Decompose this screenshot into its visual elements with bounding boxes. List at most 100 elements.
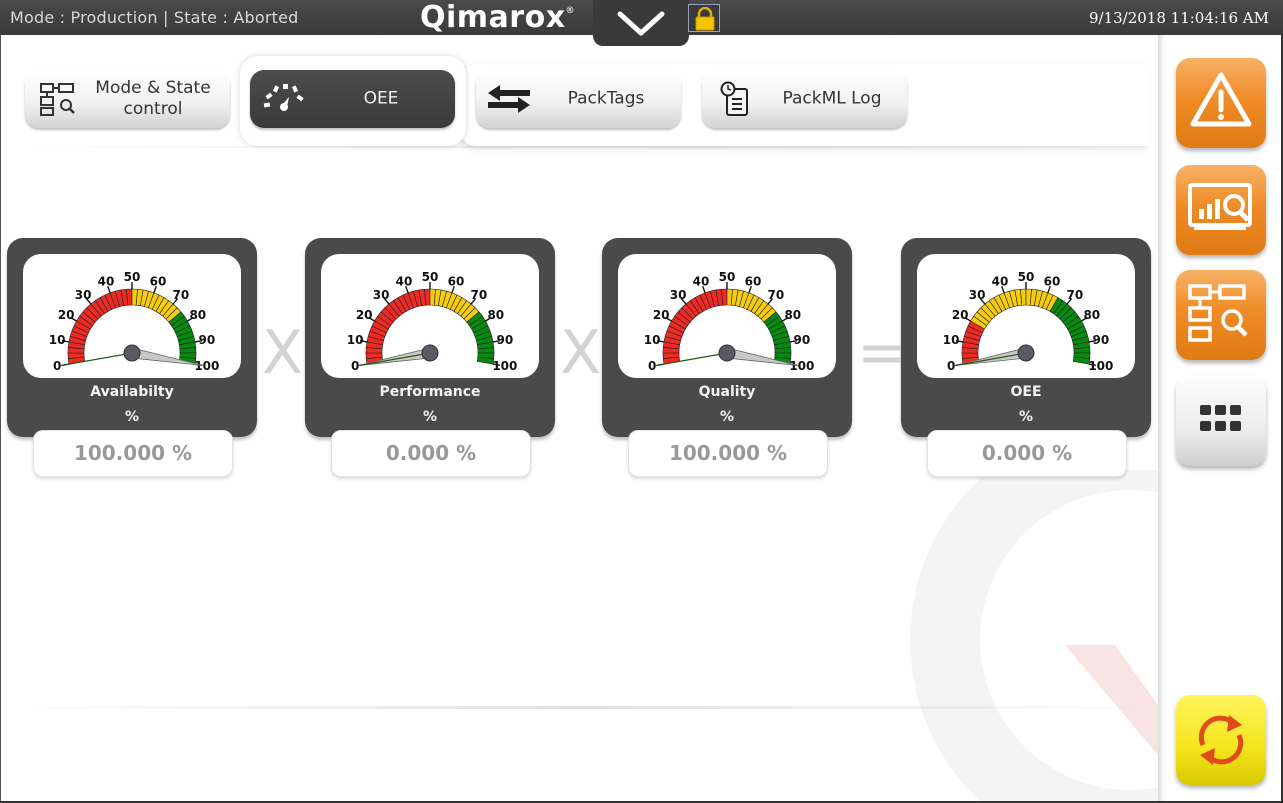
monitor-analytics-icon xyxy=(1188,183,1252,230)
gauge-tick-label: 80 xyxy=(1083,308,1100,322)
tab-packtags-label: PackTags xyxy=(567,88,645,109)
tab-mode-state-label: Mode & State control xyxy=(95,78,211,119)
gauge-tick-label: 30 xyxy=(969,288,986,302)
content-divider-top xyxy=(20,146,1140,148)
gauge-dial: 010203040 50 60708090100 xyxy=(644,270,815,373)
gauge-tick-label: 0 xyxy=(53,359,61,373)
gauge-tick-label: 100 xyxy=(789,359,814,373)
chevron-down-icon xyxy=(617,11,665,36)
gauge-tick-label: 10 xyxy=(644,333,661,347)
gauge-face: 0 10 20 30 40 50 60 70 80 90 100 xyxy=(23,254,241,378)
gauge-unit: % xyxy=(1018,409,1034,425)
flowchart-button[interactable] xyxy=(1176,270,1266,360)
gauge-tick-label: 30 xyxy=(75,288,92,302)
gauge-unit: % xyxy=(719,409,735,425)
gauge-tick-label: 10 xyxy=(347,333,364,347)
lock-button[interactable] xyxy=(688,4,720,32)
tab-oee[interactable]: OEE xyxy=(250,70,455,128)
gauge-tick-label: 40 xyxy=(396,275,413,289)
gauge-tick-label: 10 xyxy=(49,333,66,347)
monitor-button[interactable] xyxy=(1176,165,1266,255)
gauge-availability: 0 10 20 30 40 50 60 70 80 90 100 Availabilty % xyxy=(7,238,257,437)
tab-packtags[interactable]: PackTags xyxy=(476,70,681,128)
gauge-title: OEE xyxy=(1010,384,1042,400)
clock-document-icon xyxy=(720,81,748,116)
performance-value: 0.000 % xyxy=(331,430,531,477)
gauge-pivot xyxy=(123,344,141,362)
gauge-unit: % xyxy=(124,409,140,425)
quality-value: 100.000 % xyxy=(628,430,828,477)
logo-watermark xyxy=(910,470,1158,801)
gauge-tick-label: 80 xyxy=(189,308,206,322)
gauge-face: 0 10 20 30 40 50 60 70 80 90 100 xyxy=(321,254,539,378)
logo-text: Qimarox xyxy=(420,0,566,35)
content-divider-bottom xyxy=(20,706,1150,709)
gauge-dial: 010203040 50 60708090100 xyxy=(943,270,1114,373)
gauge-tick-label: 50 xyxy=(719,270,736,284)
gauge-tick-label: 40 xyxy=(98,275,115,289)
refresh-icon xyxy=(1198,715,1244,765)
gauge-tick-label: 20 xyxy=(952,308,969,322)
mode-state-status: Mode : Production | State : Aborted xyxy=(10,8,299,27)
gauge-tick-label: 90 xyxy=(793,333,810,347)
grid-menu-icon xyxy=(1200,405,1241,431)
gauge-tick-label: 50 xyxy=(124,270,141,284)
arrows-exchange-icon xyxy=(488,85,530,113)
gauge-tick-label: 30 xyxy=(373,288,390,302)
datetime-display: 9/13/2018 11:04:16 AM xyxy=(1088,9,1269,27)
gauge-tick-label: 50 xyxy=(1018,270,1035,284)
gauge-tick-label: 20 xyxy=(58,308,75,322)
gauge-pivot xyxy=(1017,344,1035,362)
gauge-tick-label: 70 xyxy=(173,288,190,302)
gauge-tick-label: 60 xyxy=(448,275,465,289)
gauge-title: Performance xyxy=(379,384,481,400)
gauge-tick-label: 60 xyxy=(150,275,167,289)
gauge-title: Availabilty xyxy=(90,384,174,400)
gauge-tick-label: 30 xyxy=(670,288,687,302)
gauge-tick-label: 40 xyxy=(693,275,710,289)
multiply-operator: X xyxy=(262,318,304,388)
header-dropdown-button[interactable] xyxy=(593,0,689,46)
tab-packml-log[interactable]: PackML Log xyxy=(702,70,907,128)
tab-mode-state-control[interactable]: Mode & State control xyxy=(25,70,230,128)
gauge-tick-label: 70 xyxy=(471,288,488,302)
gauge-tick-label: 100 xyxy=(194,359,219,373)
gauge-pivot xyxy=(718,344,736,362)
gauge-tick-label: 0 xyxy=(351,359,359,373)
gauge-quality: 0 10 20 30 40 50 60 70 80 90 100 Quality % xyxy=(602,238,852,437)
gauge-tick-label: 60 xyxy=(745,275,762,289)
gauge-tick-label: 0 xyxy=(947,359,955,373)
padlock-icon xyxy=(695,7,715,31)
gauge-tick-label: 50 xyxy=(422,270,439,284)
refresh-button[interactable] xyxy=(1176,695,1266,785)
gauge-tick-label: 20 xyxy=(653,308,670,322)
gauge-zone-segment xyxy=(476,356,495,365)
gauge-tick-label: 100 xyxy=(492,359,517,373)
multiply-operator: X xyxy=(560,318,602,388)
mode-state-icon xyxy=(40,83,75,116)
availability-value: 100.000 % xyxy=(33,430,233,477)
gauge-unit: % xyxy=(422,409,438,425)
logo-registered-mark: ® xyxy=(565,6,576,16)
gauge-oee: 0 10 20 30 40 50 60 70 80 90 100 OEE % xyxy=(901,238,1151,437)
tab-packml-log-label: PackML Log xyxy=(782,88,882,109)
gauge-tick-label: 80 xyxy=(784,308,801,322)
gauge-tick-label: 20 xyxy=(356,308,373,322)
gauge-tick-label: 90 xyxy=(1092,333,1109,347)
oee-value: 0.000 % xyxy=(927,430,1127,477)
gauge-face: 0 10 20 30 40 50 60 70 80 90 100 xyxy=(618,254,836,378)
gauge-performance: 0 10 20 30 40 50 60 70 80 90 100 Performance % xyxy=(305,238,555,437)
warning-icon xyxy=(1190,72,1252,127)
speedometer-icon xyxy=(263,84,304,111)
gauge-tick-label: 60 xyxy=(1044,275,1061,289)
equals-operator: = xyxy=(857,318,908,388)
flowchart-search-icon xyxy=(1188,284,1248,342)
frame-left xyxy=(0,35,1,803)
gauge-title: Quality xyxy=(698,384,756,400)
gauge-tick-label: 0 xyxy=(648,359,656,373)
menu-button[interactable] xyxy=(1176,376,1266,466)
alarm-button[interactable] xyxy=(1176,58,1266,148)
gauge-tick-label: 90 xyxy=(496,333,513,347)
gauge-tick-label: 70 xyxy=(768,288,785,302)
gauge-tick-label: 10 xyxy=(943,333,960,347)
